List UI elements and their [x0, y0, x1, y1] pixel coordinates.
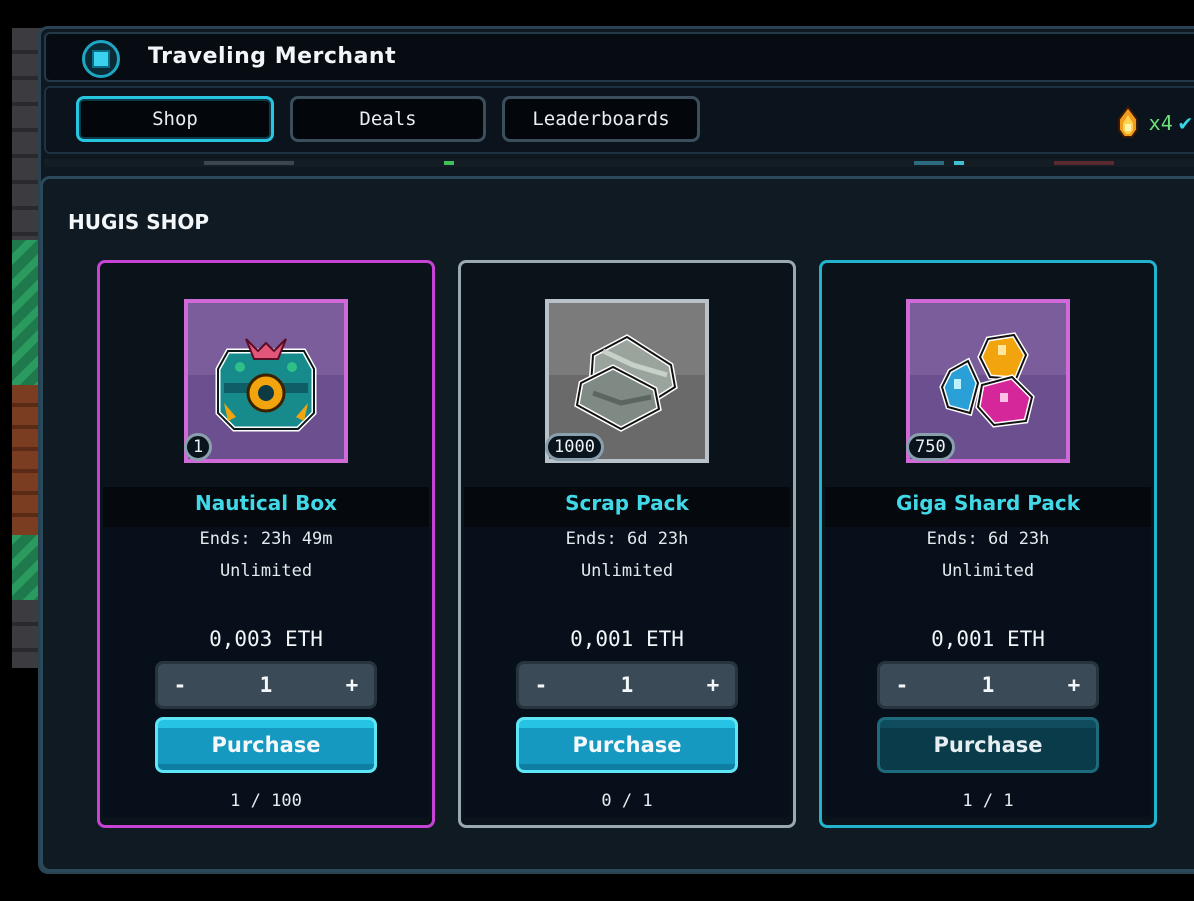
- flame-gem-icon: [1113, 105, 1143, 140]
- check-icon: ✔: [1178, 110, 1192, 136]
- item-price: 0,003 ETH: [209, 627, 323, 651]
- purchase-count: 0 / 1: [601, 791, 653, 811]
- quantity-stepper[interactable]: - 1 +: [877, 661, 1099, 709]
- item-price: 0,001 ETH: [931, 627, 1045, 651]
- purchase-button[interactable]: Purchase: [155, 717, 377, 773]
- end-timer: Ends: 6d 23h: [565, 529, 689, 549]
- tab-deals[interactable]: Deals: [290, 96, 486, 142]
- currency-display: x4 ✔: [1113, 105, 1192, 140]
- item-name: Giga Shard Pack: [895, 491, 1081, 515]
- tab-shop[interactable]: Shop: [76, 96, 274, 142]
- purchase-count: 1 / 100: [230, 791, 302, 811]
- window-title: Traveling Merchant: [148, 44, 397, 69]
- increment-button[interactable]: +: [1062, 673, 1086, 697]
- stepper-value: 1: [981, 673, 995, 697]
- gem-shards-icon: [939, 332, 1035, 428]
- increment-button[interactable]: +: [340, 673, 364, 697]
- scrap-metal-icon: [574, 334, 678, 432]
- decrement-button[interactable]: -: [890, 673, 914, 697]
- treasure-chest-icon: [215, 338, 317, 432]
- purchase-button[interactable]: Purchase: [516, 717, 738, 773]
- purchase-count: 1 / 1: [962, 791, 1014, 811]
- decrement-button[interactable]: -: [168, 673, 192, 697]
- stock-limit: Unlimited: [219, 561, 313, 581]
- stock-limit: Unlimited: [580, 561, 674, 581]
- quantity-badge: 750: [906, 433, 955, 461]
- title-bar: Traveling Merchant: [44, 32, 1194, 82]
- increment-button[interactable]: +: [701, 673, 725, 697]
- end-timer: Ends: 23h 49m: [199, 529, 333, 549]
- stepper-value: 1: [620, 673, 634, 697]
- decrement-button[interactable]: -: [529, 673, 553, 697]
- tab-leaderboards[interactable]: Leaderboards: [502, 96, 700, 142]
- section-title: HUGIS SHOP: [68, 210, 210, 234]
- quantity-stepper[interactable]: - 1 +: [155, 661, 377, 709]
- end-timer: Ends: 6d 23h: [926, 529, 1050, 549]
- merchant-gem-icon: [82, 40, 120, 78]
- currency-count: x4: [1148, 111, 1173, 135]
- tab-bar: Shop Deals Leaderboards x4 ✔: [44, 86, 1194, 154]
- hud-strip: [44, 159, 1194, 167]
- shop-card-scrap-pack: 1000 Scrap Pack Ends: 6d 23h Unlimited 0…: [458, 260, 796, 828]
- quantity-badge: 1000: [545, 433, 604, 461]
- shop-card-giga-shard-pack: 750 Giga Shard Pack Ends: 6d 23h Unlimit…: [819, 260, 1157, 828]
- quantity-stepper[interactable]: - 1 +: [516, 661, 738, 709]
- quantity-badge: 1: [184, 433, 213, 461]
- purchase-button[interactable]: Purchase: [877, 717, 1099, 773]
- stock-limit: Unlimited: [941, 561, 1035, 581]
- shop-card-nautical-box: 1 Nautical Box Ends: 23h 49m Unlimited 0…: [97, 260, 435, 828]
- item-name: Scrap Pack: [565, 491, 689, 515]
- stepper-value: 1: [259, 673, 273, 697]
- item-name: Nautical Box: [195, 491, 337, 515]
- item-price: 0,001 ETH: [570, 627, 684, 651]
